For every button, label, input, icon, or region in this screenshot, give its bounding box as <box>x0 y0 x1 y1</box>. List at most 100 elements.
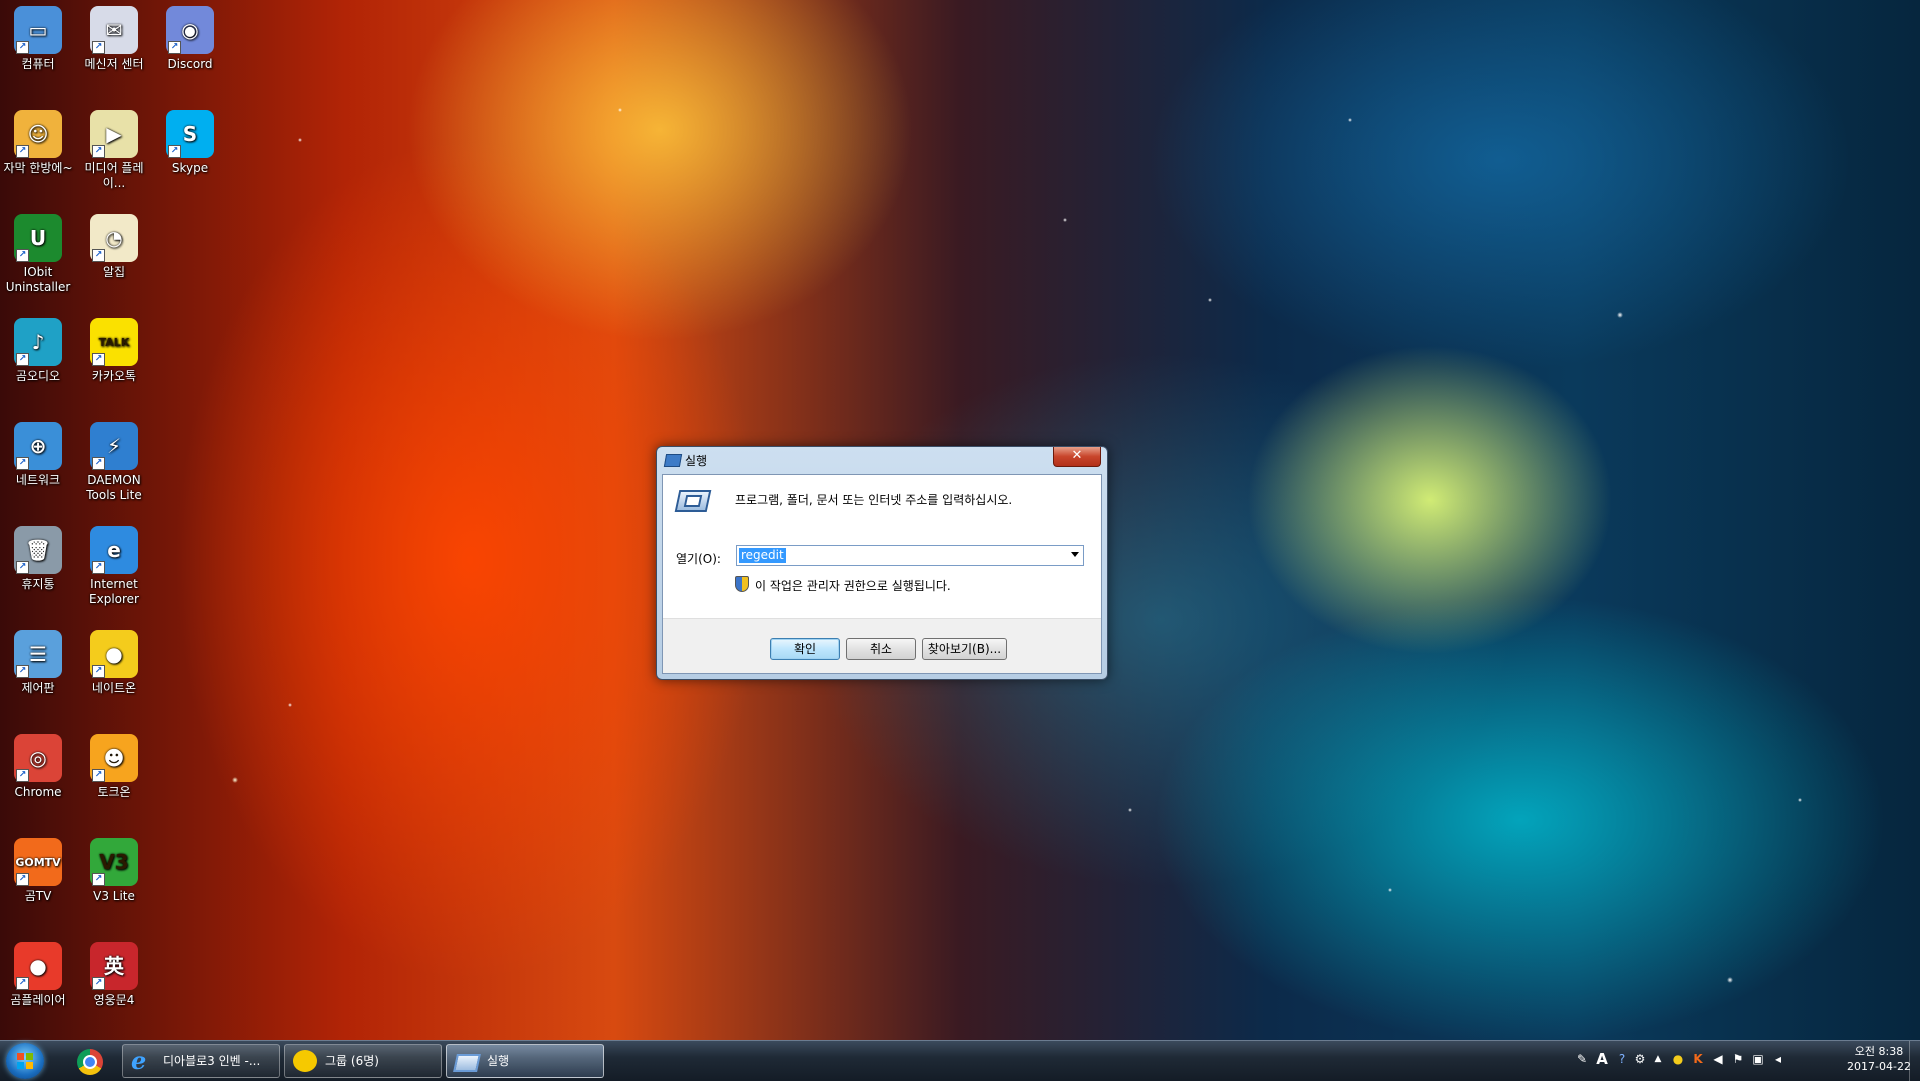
flag-icon[interactable]: ⚑ <box>1730 1051 1746 1067</box>
clock-time: 오전 8:38 <box>1854 1045 1904 1058</box>
shortcut-arrow-icon: ↗ <box>92 561 105 574</box>
desktop-icon-iobit-uninstaller[interactable]: U ↗ IObit Uninstaller <box>0 214 76 295</box>
icon-label: 곰플레이어 <box>10 993 66 1007</box>
icon-label: 알집 <box>102 265 126 279</box>
desktop-icon-talkon[interactable]: ☻ ↗ 토크온 <box>76 734 152 800</box>
desktop-icon-youngwoongmun[interactable]: 英 ↗ 영웅문4 <box>76 942 152 1008</box>
ok-button[interactable]: 확인 <box>770 638 840 660</box>
icon-label: 곰오디오 <box>15 369 61 383</box>
desktop-icon-computer[interactable]: ▭ ↗ 컴퓨터 <box>0 6 76 72</box>
internet-explorer-icon: e <box>131 1046 147 1075</box>
clock[interactable]: 오전 8:38 2017-04-22 <box>1844 1044 1914 1074</box>
desktop-icon-gomtv[interactable]: GOMTV ↗ 곰TV <box>0 838 76 904</box>
open-input-value[interactable]: regedit <box>739 548 786 563</box>
computer-icon: ▭ ↗ <box>14 6 62 54</box>
control-panel-icon: ☰ ↗ <box>14 630 62 678</box>
shortcut-arrow-icon: ↗ <box>92 873 105 886</box>
alzip-icon: ◔ ↗ <box>90 214 138 262</box>
icon-label: 제어판 <box>21 681 55 695</box>
open-input[interactable]: regedit <box>736 545 1084 566</box>
chrome-icon: ◎ ↗ <box>14 734 62 782</box>
help-icon[interactable]: ? <box>1614 1051 1630 1067</box>
taskbar-task-ie[interactable]: e 디아블로3 인벤 -... <box>122 1044 280 1078</box>
shortcut-arrow-icon: ↗ <box>168 145 181 158</box>
task-label: 실행 <box>487 1054 510 1068</box>
shortcut-arrow-icon: ↗ <box>16 873 29 886</box>
admin-note: 이 작업은 관리자 권한으로 실행됩니다. <box>755 579 951 593</box>
shortcut-arrow-icon: ↗ <box>16 769 29 782</box>
shortcut-arrow-icon: ↗ <box>16 249 29 262</box>
nateon-icon: ● ↗ <box>90 630 138 678</box>
close-button[interactable]: ✕ <box>1053 447 1101 467</box>
icon-label: 영웅문4 <box>93 993 135 1007</box>
ime-icon[interactable]: A <box>1594 1051 1610 1067</box>
task-label: 그룹 (6명) <box>325 1054 379 1068</box>
shortcut-arrow-icon: ↗ <box>92 41 105 54</box>
skype-icon: S ↗ <box>166 110 214 158</box>
chevron-down-icon[interactable] <box>1071 552 1079 557</box>
icon-label: IObit Uninstaller <box>5 265 71 294</box>
uac-shield-icon <box>735 576 749 592</box>
desktop-icon-skype[interactable]: S ↗ Skype <box>152 110 228 176</box>
desktop-icon-kakaotalk[interactable]: TALK ↗ 카카오톡 <box>76 318 152 384</box>
cancel-button[interactable]: 취소 <box>846 638 916 660</box>
desktop-icon-internet-explorer[interactable]: e ↗ Internet Explorer <box>76 526 152 607</box>
shortcut-arrow-icon: ↗ <box>92 457 105 470</box>
desktop-icon-recycle-bin[interactable]: 🗑 ↗ 휴지통 <box>0 526 76 592</box>
iobit-uninstaller-icon: U ↗ <box>14 214 62 262</box>
volume-icon[interactable]: ◂ <box>1770 1051 1786 1067</box>
shortcut-arrow-icon: ↗ <box>16 457 29 470</box>
desktop-icon-network[interactable]: ⊕ ↗ 네트워크 <box>0 422 76 488</box>
speaker-icon[interactable]: ◀ <box>1710 1051 1726 1067</box>
desktop-icon-control-panel[interactable]: ☰ ↗ 제어판 <box>0 630 76 696</box>
run-icon <box>453 1054 481 1072</box>
desktop-icon-nateon[interactable]: ● ↗ 네이트온 <box>76 630 152 696</box>
desktop-icon-daemon-tools[interactable]: ⚡ ↗ DAEMON Tools Lite <box>76 422 152 503</box>
run-program-icon <box>674 490 712 512</box>
chat-bubble-icon <box>293 1050 317 1072</box>
nateon-tray-icon[interactable]: ● <box>1670 1051 1686 1067</box>
desktop-icon-gom-player[interactable]: ● ↗ 곰플레이어 <box>0 942 76 1008</box>
icon-label: V3 Lite <box>93 889 135 903</box>
run-dialog: 실행 ✕ 프로그램, 폴더, 문서 또는 인터넷 주소를 입력하십시오. 열기(… <box>656 446 1108 680</box>
desktop-icon-gom-audio[interactable]: ♪ ↗ 곰오디오 <box>0 318 76 384</box>
dialog-titlebar[interactable]: 실행 ✕ <box>657 447 1107 473</box>
show-hidden-icons[interactable]: ▲ <box>1650 1051 1666 1067</box>
taskbar-task-group-chat[interactable]: 그룹 (6명) <box>284 1044 442 1078</box>
icon-label: Chrome <box>14 785 62 799</box>
desktop-icon-chrome[interactable]: ◎ ↗ Chrome <box>0 734 76 800</box>
icon-label: 토크온 <box>97 785 131 799</box>
browse-button[interactable]: 찾아보기(B)... <box>922 638 1007 660</box>
network-icon[interactable]: ▣ <box>1750 1051 1766 1067</box>
desktop-icon-messenger-center[interactable]: ✉ ↗ 메신저 센터 <box>76 6 152 72</box>
recycle-bin-icon: 🗑 ↗ <box>14 526 62 574</box>
icon-label: Skype <box>171 161 209 175</box>
desktop-icon-v3-lite[interactable]: V3 ↗ V3 Lite <box>76 838 152 904</box>
desktop-icon-alzip[interactable]: ◔ ↗ 알집 <box>76 214 152 280</box>
daemon-tools-icon: ⚡ ↗ <box>90 422 138 470</box>
icon-label: 메신저 센터 <box>84 57 144 71</box>
dialog-body: 프로그램, 폴더, 문서 또는 인터넷 주소를 입력하십시오. 열기(O): r… <box>662 474 1102 674</box>
start-button[interactable] <box>6 1043 44 1079</box>
subtitle-tool-icon: ☺ ↗ <box>14 110 62 158</box>
desktop-icon-subtitle-tool[interactable]: ☺ ↗ 자막 한방에~ <box>0 110 76 176</box>
desktop-icon-discord[interactable]: ◉ ↗ Discord <box>152 6 228 72</box>
taskbar: e 디아블로3 인벤 -... 그룹 (6명) 실행 ✎ A ? ⚙ ▲ ● K… <box>0 1040 1920 1081</box>
desktop-icon-media-player[interactable]: ▶ ↗ 미디어 플레이... <box>76 110 152 191</box>
dialog-title: 실행 <box>685 454 708 468</box>
icon-label: Internet Explorer <box>89 577 139 606</box>
icon-label: 휴지통 <box>21 577 55 591</box>
icon-label: 네트워크 <box>15 473 61 487</box>
kakao-tray-icon[interactable]: K <box>1690 1051 1706 1067</box>
tray-app-icon[interactable]: ✎ <box>1574 1051 1590 1067</box>
show-desktop-button[interactable] <box>1909 1041 1920 1081</box>
gom-player-icon: ● ↗ <box>14 942 62 990</box>
tray-settings-icon[interactable]: ⚙ <box>1632 1051 1648 1067</box>
taskbar-task-run[interactable]: 실행 <box>446 1044 604 1078</box>
shortcut-arrow-icon: ↗ <box>92 769 105 782</box>
shortcut-arrow-icon: ↗ <box>92 249 105 262</box>
taskbar-chrome[interactable] <box>62 1045 116 1077</box>
media-player-icon: ▶ ↗ <box>90 110 138 158</box>
internet-explorer-icon: e ↗ <box>90 526 138 574</box>
shortcut-arrow-icon: ↗ <box>16 145 29 158</box>
